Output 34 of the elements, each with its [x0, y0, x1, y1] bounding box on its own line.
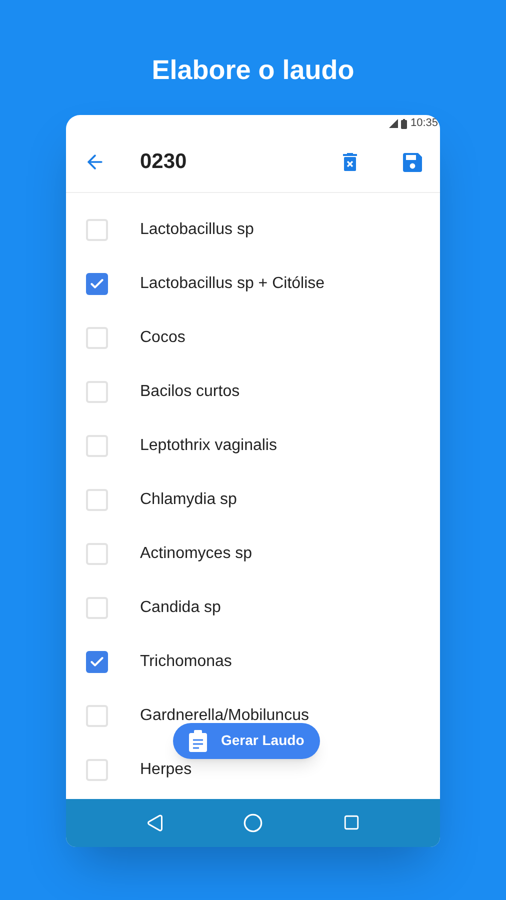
- checkbox[interactable]: [86, 596, 108, 618]
- battery-icon: [401, 118, 408, 128]
- option-label: Lactobacillus sp + Citólise: [140, 276, 325, 292]
- option-label: Candida sp: [140, 600, 221, 616]
- option-label: Leptothrix vaginalis: [140, 438, 277, 454]
- option-label: Actinomyces sp: [140, 546, 252, 562]
- clipboard-icon: [189, 730, 207, 752]
- signal-icon: [389, 119, 398, 128]
- checkbox[interactable]: [86, 488, 108, 510]
- headline: Elabore o laudo: [152, 54, 354, 87]
- save-button[interactable]: [403, 152, 422, 172]
- app-title: 0230: [140, 149, 188, 176]
- delete-button[interactable]: [343, 153, 357, 171]
- checkbox[interactable]: [86, 218, 108, 240]
- checkbox[interactable]: [86, 704, 108, 726]
- checkbox[interactable]: [86, 326, 108, 348]
- checkbox[interactable]: [86, 380, 108, 402]
- option-label: Bacilos curtos: [140, 384, 240, 400]
- checkbox[interactable]: [86, 542, 108, 564]
- option-label: Chlamydia sp: [140, 492, 237, 508]
- home-nav-icon[interactable]: [243, 812, 264, 832]
- recents-nav-icon[interactable]: [343, 814, 360, 831]
- generate-report-button[interactable]: Gerar Laudo: [173, 722, 320, 758]
- checkbox[interactable]: [86, 272, 108, 294]
- option-label: Cocos: [140, 330, 186, 346]
- option-label: Herpes: [140, 762, 192, 778]
- back-nav-icon[interactable]: [146, 814, 164, 832]
- checkbox[interactable]: [86, 434, 108, 456]
- checkbox[interactable]: [86, 758, 108, 780]
- option-label: Lactobacillus sp: [140, 222, 254, 238]
- option-label: Gardnerella/Mobiluncus: [140, 708, 309, 724]
- option-label: Trichomonas: [140, 654, 232, 670]
- checkbox[interactable]: [86, 650, 108, 672]
- status-time: 10:35: [410, 116, 438, 132]
